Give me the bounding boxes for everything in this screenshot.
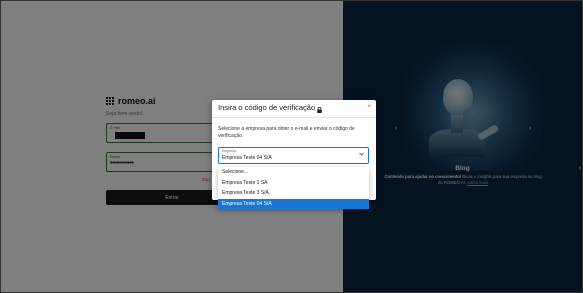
company-select-label: Empresa (222, 149, 237, 153)
dropdown-option[interactable]: Empresa Teste 1 SA (218, 178, 369, 189)
dropdown-option[interactable]: Selecione... (218, 167, 369, 178)
dropdown-option-selected[interactable]: Empresa Teste 04 S/A (218, 198, 369, 209)
company-dropdown-list: Selecione... Empresa Teste 1 SA Empresa … (218, 167, 369, 209)
close-icon[interactable]: × (367, 104, 371, 110)
dropdown-option[interactable]: Empresa Teste 3 S/A (218, 188, 369, 199)
modal-description: Selecione a empresa para obter o e-mail … (218, 126, 355, 139)
chevron-down-icon[interactable] (359, 152, 364, 158)
modal-header: Insira o código de verificação × (212, 100, 376, 118)
modal-title: Insira o código de verificação (218, 103, 322, 113)
lock-icon (317, 106, 322, 113)
screen: romeo.ai Seja bem-vindo! E-mail Senha ••… (0, 0, 583, 293)
company-select[interactable]: Empresa Empresa Teste 04 S/A (218, 147, 369, 164)
company-select-value: Empresa Teste 04 S/A (222, 155, 272, 161)
